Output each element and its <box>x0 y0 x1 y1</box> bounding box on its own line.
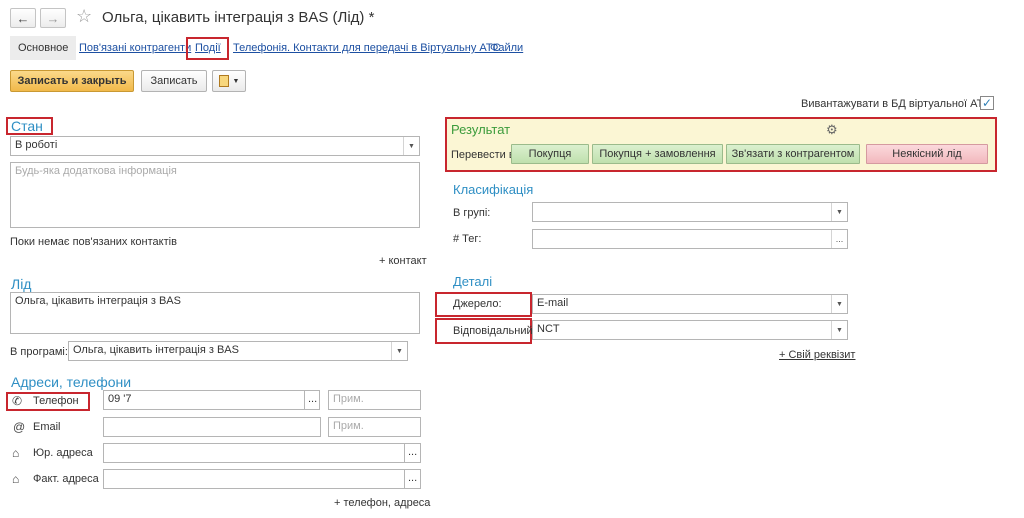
document-icon <box>218 75 229 87</box>
poor-lead-button[interactable]: Неякісний лід <box>866 144 988 164</box>
chevron-down-icon[interactable]: ▼ <box>391 342 407 360</box>
tab-events[interactable]: Події <box>195 42 221 54</box>
group-label: В групі: <box>453 207 491 219</box>
check-icon: ✓ <box>981 96 993 110</box>
export-label: Вивантажувати в БД віртуальної АТС: <box>801 98 995 110</box>
arrow-right-icon: → <box>46 10 60 26</box>
legal-address-more-button[interactable]: ... <box>404 443 421 463</box>
details-title: Деталі <box>453 274 493 289</box>
convert-buyer-button[interactable]: Покупця <box>511 144 589 164</box>
chevron-down-icon[interactable]: ▼ <box>831 321 847 339</box>
tag-input[interactable]: ... <box>532 229 848 249</box>
lead-value: Ольга, цікавить інтеграція з BAS <box>15 295 181 307</box>
email-input[interactable] <box>103 417 321 437</box>
house-icon: ⌂ <box>12 446 20 460</box>
forward-button[interactable]: → <box>40 8 66 28</box>
save-button[interactable]: Записать <box>141 70 207 92</box>
state-title: Стан <box>11 118 43 134</box>
extra-info-placeholder: Будь-яка додаткова інформація <box>15 165 177 177</box>
phone-icon: ✆ <box>12 394 23 408</box>
back-button[interactable]: ← <box>10 8 36 28</box>
state-select[interactable]: В роботі ▼ <box>10 136 420 156</box>
phone-note-input[interactable]: Прим. <box>328 390 421 410</box>
gear-icon[interactable]: ⚙ <box>826 122 838 138</box>
arrow-left-icon: ← <box>16 10 30 26</box>
source-label: Джерело: <box>453 298 502 310</box>
lead-textarea[interactable]: Ольга, цікавить інтеграція з BAS <box>10 292 420 334</box>
phone-value: 09 '7 <box>108 393 132 405</box>
page-title: Ольга, цікавить інтеграція з BAS (Лід) * <box>102 9 375 26</box>
phone-more-button[interactable]: ... <box>304 390 320 410</box>
more-icon[interactable]: ... <box>831 230 847 248</box>
group-select[interactable]: ▼ <box>532 202 848 222</box>
legal-address-label: Юр. адреса <box>33 447 93 459</box>
tab-main[interactable]: Основное <box>10 36 77 60</box>
star-icon[interactable]: ☆ <box>76 6 92 27</box>
classification-title: Класифікація <box>453 182 534 197</box>
email-note-input[interactable]: Прим. <box>328 417 421 437</box>
chevron-down-icon: ▼ <box>232 77 240 85</box>
no-contacts-text: Поки немає пов'язаних контактів <box>10 236 177 248</box>
convert-buyer-order-button[interactable]: Покупця + замовлення <box>592 144 723 164</box>
source-select[interactable]: E-mail ▼ <box>532 294 848 314</box>
email-label: Email <box>33 421 61 433</box>
extra-info-textarea[interactable]: Будь-яка додаткова інформація <box>10 162 420 228</box>
actual-address-input[interactable] <box>103 469 405 489</box>
add-contact-link[interactable]: + контакт <box>379 255 427 267</box>
save-close-button[interactable]: Записать и закрыть <box>10 70 134 92</box>
convert-label: Перевести в: <box>451 149 518 161</box>
tab-related-counterparties[interactable]: Пов'язані контрагенти <box>79 42 191 54</box>
chevron-down-icon[interactable]: ▼ <box>831 295 847 313</box>
house-icon: ⌂ <box>12 472 20 486</box>
result-title: Результат <box>451 122 511 137</box>
state-value: В роботі <box>15 139 58 151</box>
actual-address-label: Факт. адреса <box>33 473 99 485</box>
tab-telephony[interactable]: Телефонія. Контакти для передачі в Вірту… <box>233 42 501 54</box>
phone-input[interactable]: 09 '7 <box>103 390 305 410</box>
responsible-value: NCT <box>537 323 560 335</box>
program-value: Ольга, цікавить інтеграція з BAS <box>73 344 239 356</box>
tag-label: # Тег: <box>453 233 482 245</box>
legal-address-input[interactable] <box>103 443 405 463</box>
email-note-placeholder: Прим. <box>333 420 364 432</box>
addresses-title: Адреси, телефони <box>11 374 132 390</box>
own-attribute-link[interactable]: + Свій реквізит <box>779 349 855 361</box>
source-value: E-mail <box>537 297 569 309</box>
actual-address-more-button[interactable]: ... <box>404 469 421 489</box>
chevron-down-icon[interactable]: ▼ <box>403 137 419 155</box>
more-icon: ... <box>408 446 418 458</box>
export-checkbox[interactable]: ✓ <box>980 96 994 110</box>
more-actions-button[interactable]: ▼ <box>212 70 246 92</box>
link-counterparty-button[interactable]: Зв'язати з контрагентом <box>726 144 860 164</box>
more-icon: ... <box>308 393 318 405</box>
chevron-down-icon[interactable]: ▼ <box>831 203 847 221</box>
more-icon: ... <box>408 472 418 484</box>
tab-files[interactable]: Файли <box>490 42 523 54</box>
responsible-label: Відповідальний: <box>453 325 536 337</box>
program-select[interactable]: Ольга, цікавить інтеграція з BAS ▼ <box>68 341 408 361</box>
at-icon: @ <box>13 420 26 434</box>
lead-title: Лід <box>11 276 32 292</box>
program-label: В програмі: <box>10 346 68 358</box>
add-phone-address-link[interactable]: + телефон, адреса <box>334 497 430 509</box>
phone-note-placeholder: Прим. <box>333 393 364 405</box>
phone-label: Телефон <box>33 395 79 407</box>
responsible-select[interactable]: NCT ▼ <box>532 320 848 340</box>
